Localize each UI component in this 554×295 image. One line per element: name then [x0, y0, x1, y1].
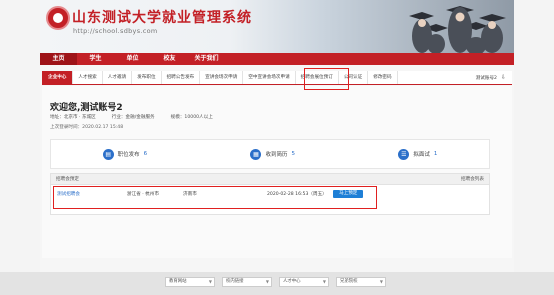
nav-alumni[interactable]: 校友: [151, 53, 188, 65]
graduates-banner-image: [409, 6, 506, 53]
company-meta: 地址：北京市 · 东城区 行业：金融/金融服务 规模：10000人以上: [50, 114, 229, 120]
select-label: 校内链接: [226, 279, 244, 284]
resume-icon: ▦: [250, 148, 262, 160]
company-scale: 规模：10000人以上: [170, 115, 213, 120]
panel-title: 招聘会预定: [56, 177, 79, 182]
select-label: 人才中心: [283, 279, 301, 284]
stat-label: 职位发布: [117, 152, 140, 158]
stat-value: 5: [291, 151, 296, 157]
subnav-enterprise-center[interactable]: 企业中心: [42, 71, 74, 84]
select-label: 兄弟院校: [340, 279, 358, 284]
subnav-seminar-apply[interactable]: 宣讲会场次申请: [200, 71, 244, 84]
site-title: 山东测试大学就业管理系统: [72, 10, 252, 26]
username: 测试账号2: [475, 75, 497, 81]
select-sister-schools[interactable]: 兄弟院校 ▼: [336, 277, 386, 287]
select-label: 教育网站: [169, 279, 187, 284]
stat-jobs-posted[interactable]: ▤ 职位发布 6: [102, 148, 148, 160]
subnav-recruit-notice[interactable]: 招聘公告发布: [162, 71, 201, 84]
interview-icon: ☰: [398, 148, 410, 160]
subnav-change-password[interactable]: 修改密码: [368, 71, 398, 84]
footer-link-selects: 教育网站 ▼ 校内链接 ▼ 人才中心 ▼ 兄弟院校 ▼: [165, 277, 393, 287]
university-logo: [46, 6, 70, 30]
nav-home[interactable]: 主页: [40, 53, 77, 65]
footer: 教育网站 ▼ 校内链接 ▼ 人才中心 ▼ 兄弟院校 ▼: [0, 272, 554, 295]
page: 山东测试大学就业管理系统 http://school.sdbys.com 主页 …: [40, 0, 514, 295]
job-icon: ▤: [102, 148, 114, 160]
enterprise-subnav: 企业中心 人才搜索 人才邀请 发布职位 招聘公告发布 宣讲会场次申请 空中宣讲会…: [42, 71, 512, 85]
subnav-talent-search[interactable]: 人才搜索: [73, 71, 103, 84]
select-campus-links[interactable]: 校内链接 ▼: [222, 277, 272, 287]
stat-label: 收到简历: [265, 152, 288, 158]
stat-interviews[interactable]: ☰ 拟面试 1: [398, 148, 438, 160]
company-industry: 行业：金融/金融服务: [111, 115, 155, 120]
highlight-job-fair-row: [53, 186, 377, 209]
header-banner: 山东测试大学就业管理系统 http://school.sdbys.com: [40, 0, 514, 53]
highlight-booth-tab: [304, 68, 349, 90]
chevron-down-icon: ▼: [322, 279, 326, 284]
subnav-post-job[interactable]: 发布职位: [132, 71, 162, 84]
main-content: 欢迎您,测试账号2 地址：北京市 · 东城区 行业：金融/金融服务 规模：100…: [42, 86, 512, 258]
last-login: 上次登录时间：2020.02.17 15:48: [50, 125, 124, 130]
user-menu[interactable]: 测试账号2 ⇩: [476, 74, 512, 81]
welcome-title: 欢迎您,测试账号2: [50, 103, 123, 113]
stat-resumes-received[interactable]: ▦ 收到简历 5: [250, 148, 296, 160]
stat-value: 6: [143, 151, 148, 157]
nav-students[interactable]: 学生: [77, 53, 114, 65]
main-nav: 主页 学生 单位 校友 关于我们: [40, 53, 514, 65]
subnav-talent-invite[interactable]: 人才邀请: [103, 71, 133, 84]
stat-value: 1: [433, 151, 438, 157]
chevron-down-icon: ▼: [208, 279, 212, 284]
nav-employers[interactable]: 单位: [114, 53, 151, 65]
panel-header: 招聘会预定 招聘会列表: [51, 174, 489, 185]
job-fair-list-link[interactable]: 招聘会列表: [461, 176, 484, 182]
chevron-down-icon: ▼: [265, 279, 269, 284]
subnav-online-seminar-apply[interactable]: 空中宣讲会场次申请: [243, 71, 296, 84]
nav-about[interactable]: 关于我们: [188, 53, 225, 65]
stats-bar: ▤ 职位发布 6 ▦ 收到简历 5 ☰ 拟面试 1: [50, 139, 490, 169]
company-address: 地址：北京市 · 东城区: [50, 115, 96, 120]
stat-label: 拟面试: [413, 152, 430, 158]
chevron-down-icon: ▼: [379, 279, 383, 284]
logout-icon[interactable]: ⇩: [501, 74, 506, 81]
site-url: http://school.sdbys.com: [73, 27, 158, 35]
select-talent-center[interactable]: 人才中心 ▼: [279, 277, 329, 287]
select-education-sites[interactable]: 教育网站 ▼: [165, 277, 215, 287]
